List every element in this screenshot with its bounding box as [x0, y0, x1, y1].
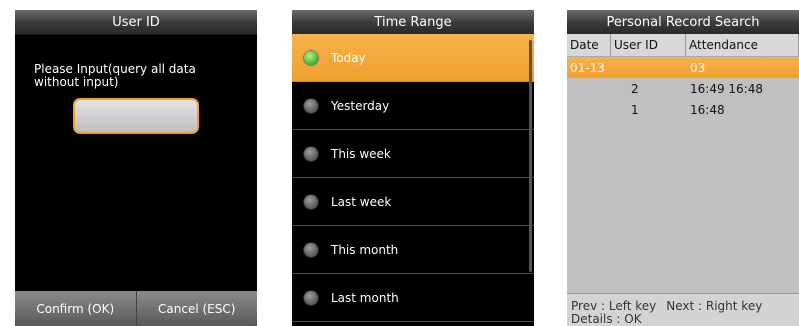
table-row[interactable]: 01-13 03	[567, 57, 799, 78]
time-range-option-this-week[interactable]: This week	[292, 130, 534, 178]
radio-icon	[304, 290, 318, 305]
column-header-attendance: Attendance	[686, 34, 799, 56]
screen-title: Personal Record Search	[567, 10, 799, 35]
option-label: This week	[331, 146, 391, 161]
next-hint: Next : Right key	[666, 299, 763, 313]
screen-title: User ID	[15, 10, 257, 35]
option-label: Yesterday	[331, 98, 390, 113]
cell-date: 01-13	[570, 60, 605, 75]
table-row[interactable]: 1 16:48	[567, 99, 799, 120]
prev-hint: Prev : Left key	[571, 299, 657, 313]
dialog-footer: Confirm (OK) Cancel (ESC)	[15, 291, 257, 326]
cell-attendance: 16:48	[690, 102, 725, 117]
cell-user-id: 1	[631, 102, 639, 117]
radio-icon	[304, 50, 318, 65]
key-hints: Prev : Left key Next : Right key Details …	[567, 293, 799, 326]
cell-date	[567, 99, 611, 120]
user-id-input[interactable]	[73, 98, 199, 134]
column-header-date: Date	[567, 34, 611, 56]
time-range-option-last-month[interactable]: Last month	[292, 274, 534, 322]
table-row[interactable]: 2 16:49 16:48	[567, 78, 799, 99]
radio-icon	[304, 98, 318, 113]
time-range-option-yesterday[interactable]: Yesterday	[292, 82, 534, 130]
cancel-button[interactable]: Cancel (ESC)	[135, 291, 258, 326]
cell-user-id	[611, 57, 686, 78]
cell-attendance: 16:49 16:48	[690, 81, 763, 96]
radio-icon	[304, 146, 318, 161]
time-range-option-this-month[interactable]: This month	[292, 226, 534, 274]
cell-user-id: 2	[631, 81, 639, 96]
details-hint: Details : OK	[571, 312, 642, 326]
input-prompt: Please Input(query all data without inpu…	[34, 62, 196, 89]
time-range-option-today[interactable]: Today	[292, 34, 534, 82]
column-header-user-id: User ID	[611, 34, 686, 56]
time-range-list: Today Yesterday This week Last week This…	[292, 34, 534, 322]
time-range-screen: Time Range Today Yesterday This week Las…	[292, 10, 534, 326]
cell-date	[567, 78, 611, 99]
option-label: Last week	[331, 194, 392, 209]
user-id-screen: User ID Please Input(query all data with…	[15, 10, 257, 326]
cell-attendance: 03	[690, 60, 706, 75]
list-scrollbar[interactable]	[529, 40, 532, 272]
time-range-option-last-week[interactable]: Last week	[292, 178, 534, 226]
radio-icon	[304, 242, 318, 257]
table-header: Date User ID Attendance	[567, 34, 799, 57]
record-search-screen: Personal Record Search Date User ID Atte…	[567, 10, 799, 326]
radio-icon	[304, 194, 318, 209]
option-label: Last month	[331, 290, 399, 305]
screen-title: Time Range	[292, 10, 534, 35]
option-label: This month	[331, 242, 399, 257]
record-table: Date User ID Attendance 01-13 03 2 16:49…	[567, 34, 799, 120]
confirm-button[interactable]: Confirm (OK)	[15, 291, 136, 326]
option-label: Today	[331, 50, 366, 65]
